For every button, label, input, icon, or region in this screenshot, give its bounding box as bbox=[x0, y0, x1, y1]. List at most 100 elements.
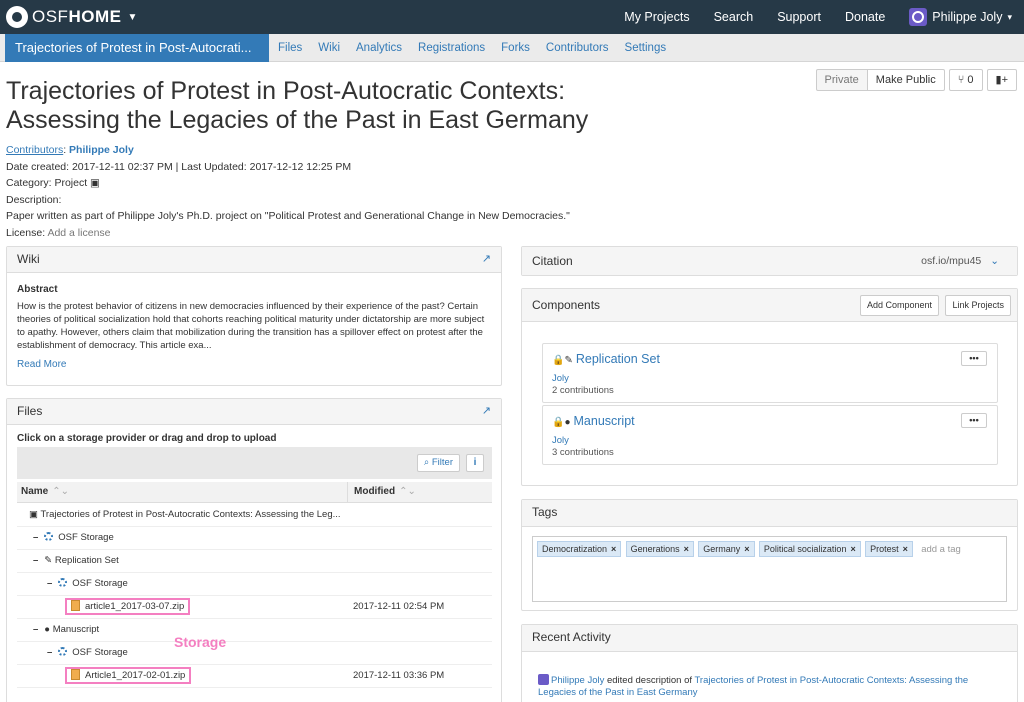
add-license-link[interactable]: Add a license bbox=[47, 227, 110, 239]
project-dates: Date created: 2017-12-11 02:37 PM | Last… bbox=[6, 160, 352, 173]
storage-gear-icon bbox=[58, 647, 68, 656]
tag-chip[interactable]: Germany × bbox=[698, 541, 755, 557]
osf-home-brand[interactable]: OSFHOME ▼ bbox=[6, 6, 137, 28]
wiki-panel: Wiki ↗ Abstract How is the protest behav… bbox=[6, 246, 502, 386]
user-menu[interactable]: Philippe Joly ▾ bbox=[909, 8, 1012, 26]
private-button[interactable]: Private bbox=[815, 69, 868, 91]
files-header: Files ↗ bbox=[7, 399, 501, 425]
remove-tag-icon: × bbox=[611, 544, 617, 554]
activity-action: edited description of bbox=[606, 675, 693, 686]
brand-text: OSFHOME bbox=[32, 7, 122, 26]
component-count: 2 contributions bbox=[552, 385, 614, 396]
project-meta: Contributors: Philippe Joly Date created… bbox=[6, 144, 570, 239]
component-user[interactable]: Joly bbox=[552, 435, 569, 446]
lock-pencil-icon: 🔒✎ bbox=[552, 355, 573, 366]
col-modified[interactable]: Modified ⌃⌄ bbox=[347, 482, 416, 503]
make-public-button[interactable]: Make Public bbox=[867, 69, 945, 91]
file-row-manuscript[interactable]: – ● Manuscript bbox=[17, 619, 492, 642]
bookmark-button[interactable]: ▮+ bbox=[986, 69, 1017, 91]
file-row-replication-set[interactable]: – ✎ Replication Set bbox=[17, 550, 492, 573]
external-link-icon[interactable]: ↗ bbox=[482, 399, 491, 424]
forks-button[interactable]: ⑂ 0 bbox=[948, 69, 983, 91]
tab-wiki[interactable]: Wiki bbox=[318, 42, 340, 54]
file-row-osf-storage[interactable]: – OSF Storage bbox=[17, 527, 492, 550]
tab-analytics[interactable]: Analytics bbox=[356, 42, 402, 54]
component-title[interactable]: 🔒✎ Replication Set bbox=[552, 352, 660, 366]
recent-activity-header: Recent Activity bbox=[522, 625, 1017, 652]
file-modified: 2017-12-11 03:36 PM bbox=[353, 670, 445, 681]
project-description[interactable]: Paper written as part of Philippe Joly's… bbox=[6, 208, 570, 225]
description-label: Description: bbox=[6, 193, 62, 206]
contributor-link[interactable]: Philippe Joly bbox=[69, 144, 134, 156]
add-component-button[interactable]: Add Component bbox=[859, 295, 939, 316]
nav-my-projects[interactable]: My Projects bbox=[624, 10, 689, 24]
caret-down-icon[interactable]: ▼ bbox=[127, 12, 137, 23]
bookmark-plus-icon: ▮+ bbox=[995, 74, 1008, 86]
nav-search[interactable]: Search bbox=[714, 10, 754, 24]
citation-link[interactable]: osf.io/mpu45 ⌄ bbox=[921, 247, 999, 275]
info-button[interactable]: i bbox=[466, 454, 484, 472]
link-projects-button[interactable]: Link Projects bbox=[945, 295, 1011, 316]
activity-user-link[interactable]: Philippe Joly bbox=[551, 675, 604, 686]
external-link-icon[interactable]: ↗ bbox=[482, 247, 491, 272]
tab-contributors[interactable]: Contributors bbox=[546, 42, 609, 54]
lock-comment-icon: 🔒● bbox=[552, 417, 571, 428]
tab-files[interactable]: Files bbox=[278, 42, 302, 54]
component-user[interactable]: Joly bbox=[552, 373, 569, 384]
component-title[interactable]: 🔒● Manuscript bbox=[552, 414, 635, 428]
contributors-label[interactable]: Contributors bbox=[6, 144, 63, 156]
col-name[interactable]: Name ⌃⌄ bbox=[21, 486, 69, 497]
highlighted-file: Article1_2017-02-01.zip bbox=[65, 667, 192, 684]
read-more-link[interactable]: Read More bbox=[17, 358, 491, 371]
zip-file-icon bbox=[71, 600, 80, 611]
file-row-label: Manuscript bbox=[52, 624, 100, 635]
citation-header: Citation osf.io/mpu45 ⌄ bbox=[522, 247, 1017, 275]
osf-logo-icon bbox=[6, 6, 28, 28]
file-row-project[interactable]: ▣ Trajectories of Protest in Post-Autocr… bbox=[17, 504, 492, 527]
chevron-down-icon: ⌄ bbox=[990, 255, 999, 267]
file-row-osf-storage[interactable]: – OSF Storage bbox=[17, 642, 492, 665]
tab-settings[interactable]: Settings bbox=[625, 42, 667, 54]
pencil-icon: ✎ bbox=[44, 555, 53, 566]
cube-icon: ▣ bbox=[29, 509, 38, 520]
fork-icon: ⑂ bbox=[957, 74, 965, 86]
citation-panel[interactable]: Citation osf.io/mpu45 ⌄ bbox=[521, 246, 1018, 276]
zip-file-icon bbox=[71, 669, 80, 680]
tag-chip[interactable]: Protest × bbox=[865, 541, 913, 557]
user-name: Philippe Joly bbox=[932, 10, 1003, 24]
tag-input-box[interactable]: Democratization × Generations × Germany × P… bbox=[532, 536, 1007, 602]
sort-arrows-icon: ⌃⌄ bbox=[399, 486, 416, 497]
more-options-button[interactable]: ••• bbox=[961, 351, 987, 366]
wiki-header: Wiki ↗ bbox=[7, 247, 501, 273]
more-options-button[interactable]: ••• bbox=[961, 413, 987, 428]
file-modified: 2017-12-11 02:54 PM bbox=[353, 601, 445, 612]
project-nav-title[interactable]: Trajectories of Protest in Post-Autocrat… bbox=[5, 34, 269, 62]
filter-label: Filter bbox=[431, 457, 453, 468]
file-row-zip[interactable]: Article1_2017-02-01.zip 2017-12-11 03:36… bbox=[17, 665, 492, 688]
highlighted-file: article1_2017-03-07.zip bbox=[65, 598, 191, 615]
recent-activity-heading: Recent Activity bbox=[532, 630, 611, 644]
filter-button[interactable]: ⌕ Filter bbox=[416, 454, 460, 472]
file-row-label: OSF Storage bbox=[58, 532, 114, 543]
tag-chip[interactable]: Generations × bbox=[625, 541, 694, 557]
tab-registrations[interactable]: Registrations bbox=[418, 42, 485, 54]
nav-support[interactable]: Support bbox=[777, 10, 821, 24]
file-row-zip[interactable]: article1_2017-03-07.zip 2017-12-11 02:54… bbox=[17, 596, 492, 619]
file-row-label: article1_2017-03-07.zip bbox=[85, 601, 185, 612]
tab-forks[interactable]: Forks bbox=[501, 42, 530, 54]
tags-header: Tags bbox=[522, 500, 1017, 527]
nav-donate[interactable]: Donate bbox=[845, 10, 885, 24]
tag-chip[interactable]: Democratization × bbox=[537, 541, 622, 557]
components-header: Components Add Component Link Projects bbox=[522, 289, 1017, 322]
privacy-controls: Private Make Public ⑂ 0 ▮+ bbox=[815, 69, 1017, 91]
wiki-text: How is the protest behavior of citizens … bbox=[17, 301, 485, 351]
tag-chip[interactable]: Political socialization × bbox=[758, 541, 861, 557]
wiki-subheading: Abstract bbox=[17, 284, 58, 295]
file-row-label: Article1_2017-02-01.zip bbox=[85, 670, 186, 681]
component-item: 🔒✎ Replication Set Joly 2 contributions •… bbox=[542, 343, 998, 403]
project-nav: Trajectories of Protest in Post-Autocrat… bbox=[0, 34, 1024, 62]
components-heading: Components bbox=[532, 298, 601, 312]
file-row-osf-storage[interactable]: – OSF Storage bbox=[17, 573, 492, 596]
forks-count: 0 bbox=[967, 74, 974, 86]
add-tag-input[interactable]: add a tag bbox=[921, 544, 961, 555]
